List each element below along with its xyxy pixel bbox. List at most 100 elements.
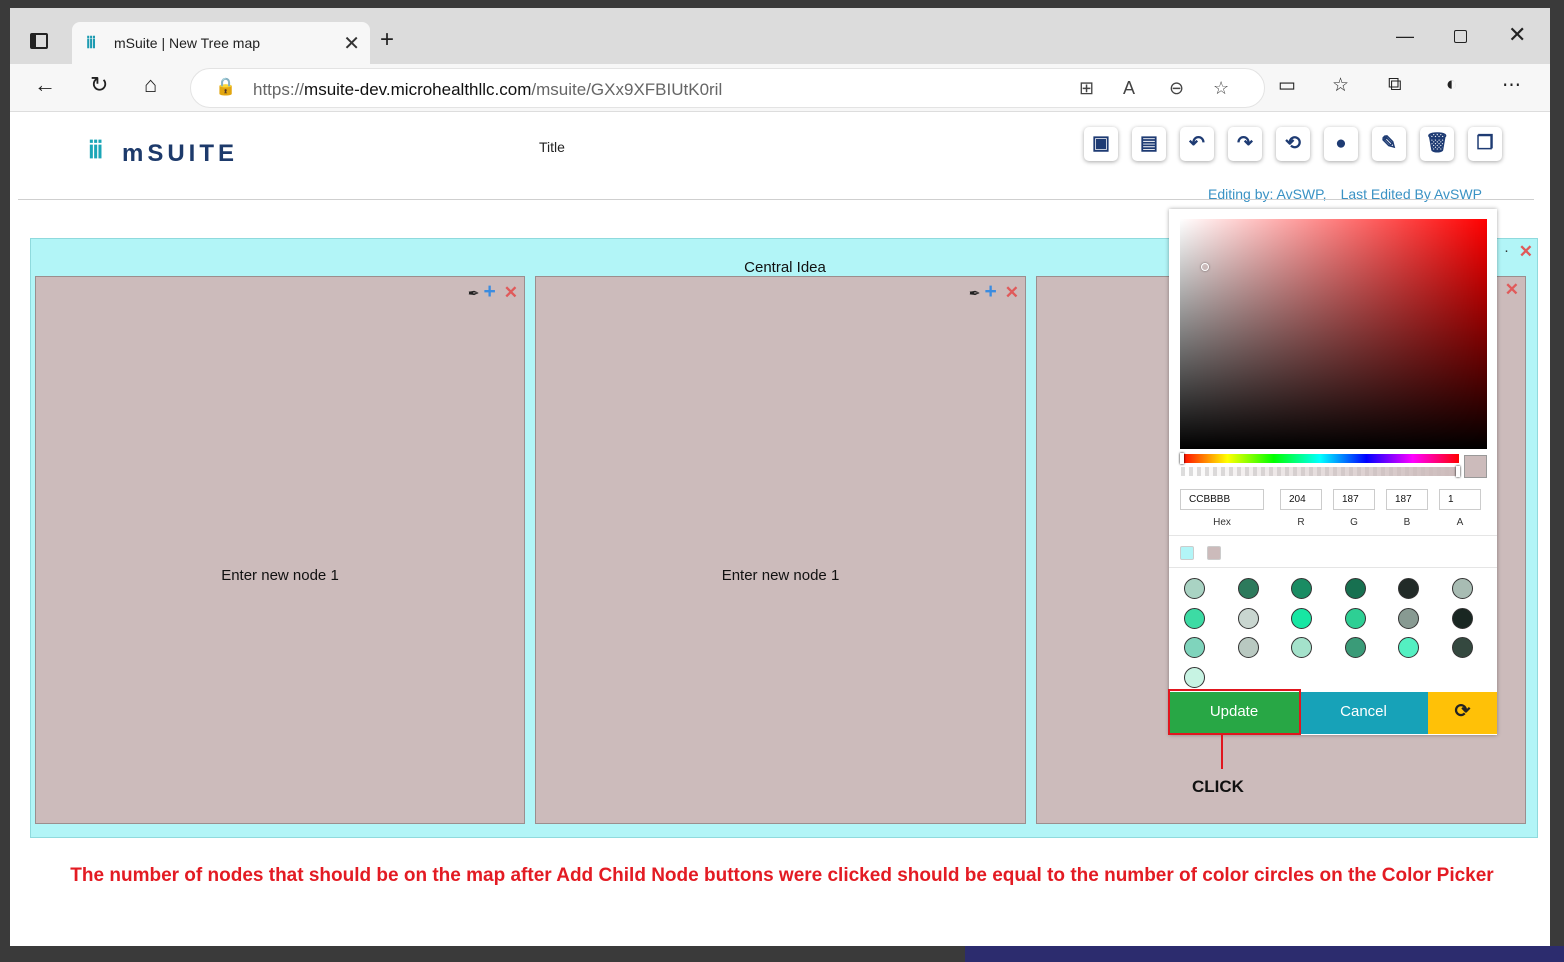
node-label[interactable]: Enter new node 1 <box>36 567 524 584</box>
update-highlight-box <box>1168 689 1301 735</box>
color-circle[interactable] <box>1184 578 1205 599</box>
copy-icon[interactable]: ❐ <box>1468 127 1502 161</box>
header-divider <box>18 199 1534 200</box>
red-label: R <box>1297 517 1305 528</box>
green-input[interactable]: 187 <box>1333 489 1375 510</box>
tab-title: mSuite | New Tree map <box>114 35 261 51</box>
eyedropper-icon[interactable]: ✒ <box>468 285 480 301</box>
child-node[interactable]: ✒ + ✕ Enter new node 1 <box>535 276 1026 824</box>
color-circle[interactable] <box>1237 578 1259 599</box>
color-circle[interactable] <box>1344 578 1366 599</box>
address-toolbar: ← ↻ ⌂ 🔒 https://msuite-dev.microhealthll… <box>10 64 1550 112</box>
child-node[interactable]: ✒ + ✕ Enter new node 1 <box>35 276 525 824</box>
node-tools: ✒ + ✕ <box>468 280 518 304</box>
redo-icon[interactable]: ↷ <box>1228 127 1262 161</box>
new-tab-button[interactable]: + <box>380 26 394 54</box>
eyedropper-icon[interactable]: ✒ <box>969 285 981 301</box>
saturation-cursor[interactable] <box>1201 263 1209 271</box>
delete-node-icon[interactable]: ✕ <box>1005 283 1019 302</box>
trash-icon[interactable]: 🗑 <box>1420 127 1454 161</box>
undo-icon[interactable]: ↶ <box>1180 127 1214 161</box>
color-circle[interactable] <box>1291 607 1312 629</box>
preset-swatch[interactable] <box>1180 546 1194 560</box>
red-input[interactable]: 204 <box>1280 489 1322 510</box>
instruction-note: The number of nodes that should be on th… <box>70 865 1494 886</box>
msuite-logo-icon: ⅲ <box>88 137 104 164</box>
color-circle[interactable] <box>1184 666 1205 688</box>
image-icon[interactable]: ▣ <box>1084 127 1118 161</box>
color-circle[interactable] <box>1291 578 1312 599</box>
blue-input[interactable]: 187 <box>1386 489 1428 510</box>
alpha-slider-thumb[interactable] <box>1456 466 1460 477</box>
color-circle[interactable] <box>1184 607 1205 629</box>
user-edit-icon[interactable]: ✎ <box>1372 127 1406 161</box>
add-child-node-icon[interactable]: + <box>483 280 495 303</box>
root-close-icon[interactable]: ✕ <box>1519 242 1533 262</box>
collections-icon[interactable]: ⧉ <box>1388 74 1402 96</box>
favorites-icon[interactable]: ☆ <box>1332 74 1349 97</box>
reset-color-button[interactable]: ⟳ <box>1428 692 1497 734</box>
color-circle[interactable] <box>1451 607 1473 629</box>
cancel-button[interactable]: Cancel <box>1299 692 1428 734</box>
alpha-input[interactable]: 1 <box>1439 489 1481 510</box>
cast-icon[interactable]: ▭ <box>1278 74 1296 97</box>
color-circle[interactable] <box>1398 607 1419 629</box>
hue-slider-thumb[interactable] <box>1180 453 1184 464</box>
save-icon[interactable]: ▤ <box>1132 127 1166 161</box>
color-circle[interactable] <box>1237 637 1259 658</box>
click-pointer-line <box>1221 735 1223 769</box>
color-circle[interactable] <box>1398 637 1419 658</box>
refresh-file-icon[interactable]: ⟲ <box>1276 127 1310 161</box>
tab-bar: ⅲ mSuite | New Tree map ✕ + — ✕ <box>10 8 1550 64</box>
hex-label: Hex <box>1213 517 1231 528</box>
back-arrow-icon[interactable]: ← <box>34 72 56 98</box>
color-circle[interactable] <box>1398 578 1419 599</box>
preset-swatch[interactable] <box>1207 546 1221 560</box>
saturation-area[interactable] <box>1180 219 1487 449</box>
color-circle[interactable] <box>1451 637 1473 658</box>
zoom-out-icon[interactable]: ⊖ <box>1169 78 1184 99</box>
alpha-label: A <box>1456 517 1464 528</box>
node-label[interactable]: Enter new node 1 <box>536 567 1025 584</box>
picker-divider <box>1169 535 1497 536</box>
window-minimize-button[interactable]: — <box>1396 26 1414 47</box>
color-circle[interactable] <box>1344 637 1366 658</box>
delete-node-icon[interactable]: ✕ <box>504 283 518 302</box>
color-circle[interactable] <box>1451 578 1473 599</box>
address-bar[interactable]: 🔒 https://msuite-dev.microhealthllc.com/… <box>190 68 1265 108</box>
msuite-favicon-icon: ⅲ <box>86 35 97 52</box>
color-circle[interactable] <box>1344 607 1366 629</box>
click-annotation: CLICK <box>1192 777 1244 796</box>
home-icon[interactable]: ⌂ <box>144 72 157 98</box>
window-close-button[interactable]: ✕ <box>1508 22 1526 48</box>
root-partial-icon: · <box>1504 242 1509 259</box>
map-title[interactable]: Title <box>539 139 565 155</box>
app-page: ⅲ mSUITE Title ▣ ▤ ↶ ↷ ⟲ ● ✎ 🗑 ❐ Editing… <box>10 112 1550 946</box>
url-text: https://msuite-dev.microhealthllc.com/ms… <box>253 80 723 99</box>
add-favorite-icon[interactable]: ☆ <box>1213 78 1229 99</box>
more-menu-icon[interactable]: ⋯ <box>1502 74 1521 97</box>
sidebar-toggle-icon[interactable] <box>30 33 48 49</box>
hex-input[interactable]: CCBBBB <box>1180 489 1264 510</box>
tab-close-icon[interactable]: ✕ <box>343 31 360 56</box>
color-circle-palette <box>1169 567 1497 691</box>
alpha-slider[interactable] <box>1181 466 1460 477</box>
add-child-node-icon[interactable]: + <box>984 280 996 303</box>
color-circle[interactable] <box>1237 607 1259 629</box>
current-color-swatch <box>1464 455 1487 478</box>
color-circle[interactable] <box>1184 637 1205 658</box>
lock-icon[interactable]: 🔒 <box>215 77 236 97</box>
color-circle[interactable] <box>1291 637 1312 658</box>
delete-node-icon[interactable]: ✕ <box>1505 280 1519 299</box>
reload-icon[interactable]: ↻ <box>90 72 108 98</box>
profile-icon[interactable]: ◐ <box>1446 74 1457 96</box>
hue-slider[interactable] <box>1180 453 1459 464</box>
taskbar-strip <box>965 946 1564 962</box>
window-maximize-button[interactable] <box>1454 30 1467 43</box>
app-available-icon[interactable]: ⊞ <box>1079 78 1094 99</box>
blue-label: B <box>1403 517 1411 528</box>
browser-tab[interactable]: ⅲ mSuite | New Tree map ✕ <box>72 22 370 64</box>
green-label: G <box>1350 517 1358 528</box>
comment-icon[interactable]: ● <box>1324 127 1358 161</box>
read-aloud-icon[interactable]: A <box>1123 78 1135 99</box>
